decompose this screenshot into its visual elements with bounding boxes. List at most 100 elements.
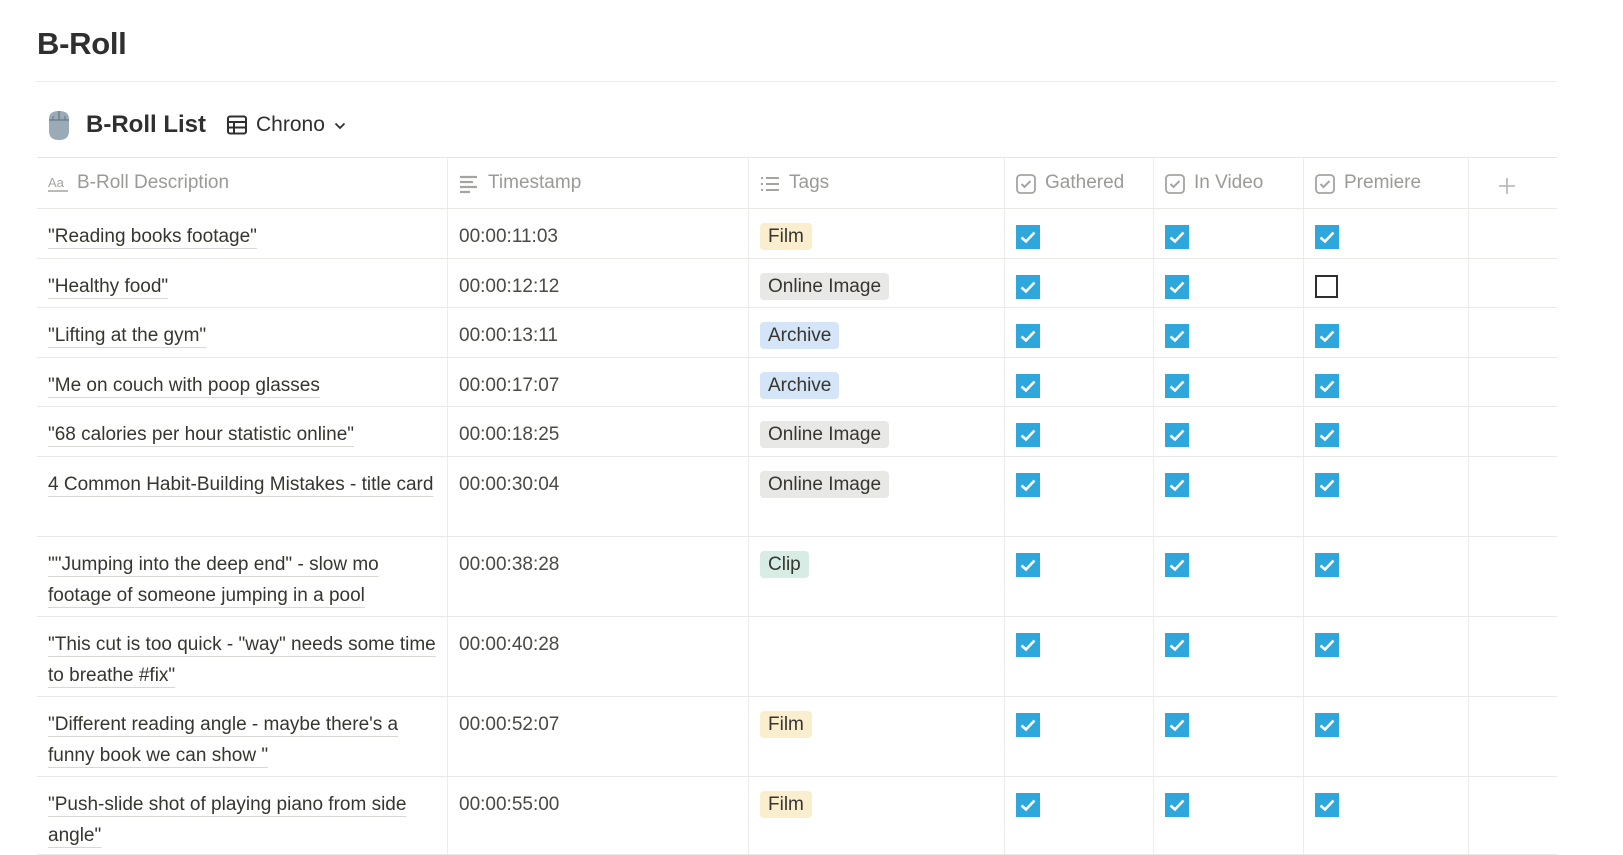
description-cell[interactable]: "Push-slide shot of playing piano from s… [37,777,448,854]
row-description[interactable]: "Healthy food" [48,276,168,297]
tags-cell[interactable]: Online Image [749,407,1005,456]
row-description[interactable]: "Push-slide shot of playing piano from s… [48,794,406,846]
in-video-checkbox[interactable] [1165,225,1189,249]
gathered-checkbox[interactable] [1016,553,1040,577]
table-row[interactable]: "Healthy food" 00:00:12:12 Online Image [37,259,1557,308]
table-row[interactable]: "Push-slide shot of playing piano from s… [37,777,1557,855]
in-video-checkbox[interactable] [1165,423,1189,447]
description-cell[interactable]: "Healthy food" [37,259,448,307]
row-description[interactable]: "Different reading angle - maybe there's… [48,714,398,766]
gathered-checkbox[interactable] [1016,713,1040,737]
timestamp-cell[interactable]: 00:00:52:07 [448,697,749,776]
premiere-checkbox[interactable] [1315,793,1339,817]
row-description[interactable]: "This cut is too quick - "way" needs som… [48,634,436,686]
description-cell[interactable]: 4 Common Habit-Building Mistakes - title… [37,457,448,536]
premiere-checkbox[interactable] [1315,275,1338,298]
premiere-checkbox[interactable] [1315,225,1339,249]
description-cell[interactable]: "Reading books footage" [37,209,448,258]
row-description[interactable]: "Lifting at the gym" [48,325,206,346]
table-row[interactable]: "Different reading angle - maybe there's… [37,697,1557,777]
database-header: B-Roll List Chrono [46,106,347,144]
description-cell[interactable]: "This cut is too quick - "way" needs som… [37,617,448,696]
timestamp-cell[interactable]: 00:00:11:03 [448,209,749,258]
gathered-checkbox[interactable] [1016,374,1040,398]
gathered-checkbox[interactable] [1016,633,1040,657]
timestamp-cell[interactable]: 00:00:30:04 [448,457,749,536]
row-description[interactable]: "Reading books footage" [48,226,257,247]
in-video-checkbox[interactable] [1165,713,1189,737]
premiere-checkbox[interactable] [1315,633,1339,657]
timestamp-cell[interactable]: 00:00:13:11 [448,308,749,357]
gathered-cell [1005,259,1154,307]
in-video-checkbox[interactable] [1165,275,1189,299]
description-cell[interactable]: "Lifting at the gym" [37,308,448,357]
gathered-cell [1005,457,1154,536]
column-header-timestamp[interactable]: Timestamp [448,158,749,208]
tags-cell[interactable] [749,617,1005,696]
description-cell[interactable]: "68 calories per hour statistic online" [37,407,448,456]
premiere-checkbox[interactable] [1315,374,1339,398]
timestamp-cell[interactable]: 00:00:17:07 [448,358,749,406]
add-property-button[interactable] [1469,158,1557,208]
table-row[interactable]: "68 calories per hour statistic online" 0… [37,407,1557,457]
in-video-checkbox[interactable] [1165,553,1189,577]
tag-chip: Online Image [760,273,890,300]
timestamp-cell[interactable]: 00:00:18:25 [448,407,749,456]
computer-mouse-icon [46,109,72,141]
premiere-cell [1304,457,1469,536]
timestamp-cell[interactable]: 00:00:40:28 [448,617,749,696]
in-video-cell [1154,407,1304,456]
row-description[interactable]: ""Jumping into the deep end" - slow mo f… [48,554,379,606]
column-header-gathered[interactable]: Gathered [1005,158,1154,208]
in-video-checkbox[interactable] [1165,374,1189,398]
row-timestamp: 00:00:18:25 [459,424,560,445]
in-video-checkbox[interactable] [1165,324,1189,348]
in-video-checkbox[interactable] [1165,793,1189,817]
timestamp-cell[interactable]: 00:00:55:00 [448,777,749,854]
premiere-checkbox[interactable] [1315,553,1339,577]
table-row[interactable]: "Lifting at the gym" 00:00:13:11 Archive [37,308,1557,358]
tags-cell[interactable]: Archive [749,308,1005,357]
row-description[interactable]: "Me on couch with poop glasses [48,375,320,396]
tags-cell[interactable]: Archive [749,358,1005,406]
premiere-checkbox[interactable] [1315,713,1339,737]
tags-cell[interactable]: Online Image [749,259,1005,307]
table-row[interactable]: "Me on couch with poop glasses 00:00:17:0… [37,358,1557,407]
table-row[interactable]: 4 Common Habit-Building Mistakes - title… [37,457,1557,537]
gathered-checkbox[interactable] [1016,225,1040,249]
table-row[interactable]: "Reading books footage" 00:00:11:03 Film [37,209,1557,259]
premiere-checkbox[interactable] [1315,423,1339,447]
in-video-checkbox[interactable] [1165,473,1189,497]
gathered-checkbox[interactable] [1016,473,1040,497]
row-description[interactable]: "68 calories per hour statistic online" [48,424,354,445]
database-title[interactable]: B-Roll List [86,111,206,139]
gathered-checkbox[interactable] [1016,275,1040,299]
table-row[interactable]: ""Jumping into the deep end" - slow mo f… [37,537,1557,617]
column-header-tags[interactable]: Tags [749,158,1005,208]
gathered-checkbox[interactable] [1016,324,1040,348]
gathered-checkbox[interactable] [1016,423,1040,447]
column-header-description[interactable]: Aa B-Roll Description [37,158,448,208]
premiere-checkbox[interactable] [1315,473,1339,497]
column-header-in-video[interactable]: In Video [1154,158,1304,208]
tags-cell[interactable]: Online Image [749,457,1005,536]
table-row[interactable]: "This cut is too quick - "way" needs som… [37,617,1557,697]
column-header-premiere[interactable]: Premiere [1304,158,1469,208]
column-label: In Video [1194,172,1264,193]
description-cell[interactable]: ""Jumping into the deep end" - slow mo f… [37,537,448,616]
tags-cell[interactable]: Film [749,697,1005,776]
premiere-checkbox[interactable] [1315,324,1339,348]
view-selector[interactable]: Chrono [226,113,347,137]
row-description[interactable]: 4 Common Habit-Building Mistakes - title… [48,474,433,495]
gathered-checkbox[interactable] [1016,793,1040,817]
tags-cell[interactable]: Film [749,777,1005,854]
in-video-checkbox[interactable] [1165,633,1189,657]
tags-cell[interactable]: Film [749,209,1005,258]
timestamp-cell[interactable]: 00:00:38:28 [448,537,749,616]
description-cell[interactable]: "Different reading angle - maybe there's… [37,697,448,776]
timestamp-cell[interactable]: 00:00:12:12 [448,259,749,307]
in-video-cell [1154,537,1304,616]
tags-cell[interactable]: Clip [749,537,1005,616]
row-timestamp: 00:00:13:11 [459,325,558,346]
description-cell[interactable]: "Me on couch with poop glasses [37,358,448,406]
